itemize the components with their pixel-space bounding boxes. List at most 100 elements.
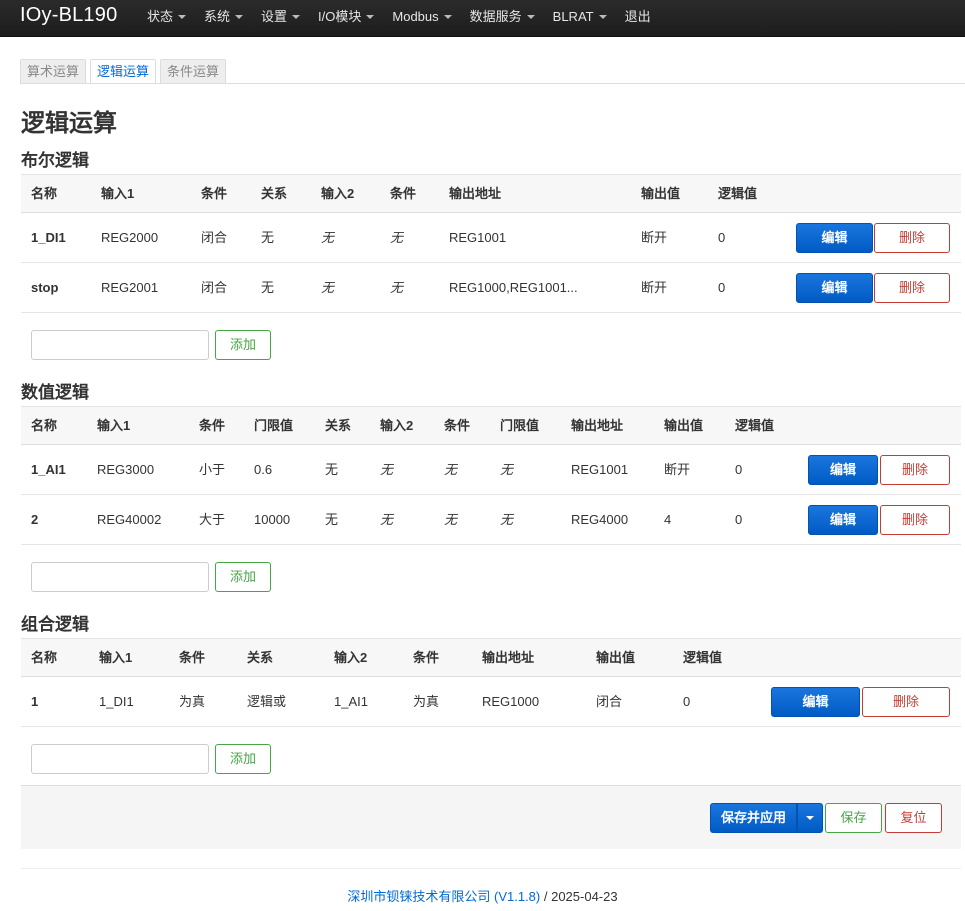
table-row: 1_DI1 REG2000 闭合 无 无 无 REG1001 断开 0 编辑 删除	[21, 213, 961, 263]
tab-0[interactable]: 算术运算	[20, 59, 87, 84]
table-cell: REG1000,REG1001...	[449, 280, 578, 295]
combo-logic-table: 名称 输入1 条件 关系 输入2 条件 输出地址 输出值 逻辑值 1 1_DI1 为真 逻辑或 1_AI1…	[21, 638, 961, 727]
nav-item-4[interactable]: Modbus	[383, 0, 460, 37]
delete-button[interactable]: 删除	[880, 455, 950, 485]
table-cell: 0	[718, 230, 726, 245]
column-header: 门限值	[254, 418, 294, 433]
column-header: 逻辑值	[718, 186, 758, 201]
table-cell: 1	[31, 694, 39, 709]
table-cell: 无	[325, 462, 339, 477]
tabs-divider	[20, 83, 965, 84]
edit-button[interactable]: 编辑	[808, 505, 878, 535]
table-cell: 0	[735, 512, 743, 527]
table-header-row: 名称 输入1 条件 门限值 关系 输入2 条件 门限值 输出地址 输出值 逻辑值	[21, 406, 961, 445]
tab-2[interactable]: 条件运算	[160, 59, 227, 84]
num-logic-title: 数值逻辑	[21, 383, 89, 402]
table-header-row: 名称 输入1 条件 关系 输入2 条件 输出地址 输出值 逻辑值	[21, 638, 961, 677]
delete-button[interactable]: 删除	[880, 505, 950, 535]
column-header: 名称	[31, 186, 58, 201]
chevron-down-icon	[526, 14, 535, 19]
combo-logic-name-input[interactable]	[31, 744, 209, 774]
chevron-down-icon	[292, 14, 301, 19]
table-cell: 无	[390, 230, 404, 245]
bool-logic-table: 名称 输入1 条件 关系 输入2 条件 输出地址 输出值 逻辑值 1_DI1 REG2000 闭合无无…	[21, 174, 961, 313]
table-cell: REG2001	[101, 280, 159, 295]
nav-item-6[interactable]: BLRAT	[544, 0, 616, 37]
chevron-down-icon	[443, 14, 452, 19]
table-cell: REG1001	[571, 462, 629, 477]
delete-button[interactable]: 删除	[874, 223, 950, 253]
column-header: 输入1	[99, 650, 133, 665]
table-cell: 0.6	[254, 462, 273, 477]
edit-button[interactable]: 编辑	[771, 687, 860, 717]
table-header-row: 名称 输入1 条件 关系 输入2 条件 输出地址 输出值 逻辑值	[21, 174, 961, 213]
table-cell: 闭合	[201, 230, 228, 245]
table-cell: 为真	[179, 694, 206, 709]
delete-button[interactable]: 删除	[874, 273, 950, 303]
column-header: 条件	[444, 418, 471, 433]
chevron-down-icon	[598, 14, 607, 19]
table-cell: 1_DI1	[99, 694, 134, 709]
company-link[interactable]: 深圳市钡铼技术有限公司 (V1.1.8)	[347, 889, 540, 904]
num-logic-name-input[interactable]	[31, 562, 209, 592]
column-header: 名称	[31, 650, 58, 665]
table-cell: 无	[444, 462, 458, 477]
footer: 深圳市钡铼技术有限公司 (V1.1.8) / 2025-04-23	[0, 886, 965, 905]
nav-item-7[interactable]: 退出	[616, 0, 660, 37]
nav-item-label: 设置	[261, 9, 288, 24]
table-cell: REG40002	[97, 512, 162, 527]
build-date: / 2025-04-23	[540, 889, 618, 904]
table-cell: 0	[735, 462, 743, 477]
brand-logo[interactable]: IOy-BL190	[20, 4, 117, 27]
table-cell: REG3000	[97, 462, 155, 477]
table-cell: 无	[500, 462, 514, 477]
save-button[interactable]: 保存	[825, 803, 882, 833]
column-header: 输入2	[334, 650, 368, 665]
table-cell: 4	[664, 512, 672, 527]
table-cell: 断开	[664, 462, 691, 477]
nav-item-0[interactable]: 状态	[138, 0, 195, 37]
table-cell: REG1001	[449, 230, 507, 245]
column-header: 门限值	[500, 418, 540, 433]
bool-logic-add-button[interactable]: 添加	[215, 330, 271, 360]
save-apply-dropdown-toggle[interactable]	[797, 803, 823, 833]
table-cell: 闭合	[596, 694, 623, 709]
main-nav: 状态 系统 设置 I/O模块 Modbus 数据服务 BLRAT 退出	[138, 0, 660, 37]
reset-button[interactable]: 复位	[885, 803, 942, 833]
table-cell: 逻辑或	[247, 694, 287, 709]
table-cell: REG2000	[101, 230, 159, 245]
column-header: 输出值	[641, 186, 681, 201]
edit-button[interactable]: 编辑	[808, 455, 878, 485]
combo-logic-add-button[interactable]: 添加	[215, 744, 271, 774]
column-header: 条件	[199, 418, 226, 433]
edit-button[interactable]: 编辑	[796, 223, 873, 253]
table-cell: 无	[321, 230, 335, 245]
delete-button[interactable]: 删除	[862, 687, 950, 717]
nav-item-label: 数据服务	[469, 9, 522, 24]
column-header: 逻辑值	[683, 650, 723, 665]
column-header: 条件	[390, 186, 417, 201]
column-header: 条件	[201, 186, 228, 201]
column-header: 输入1	[97, 418, 131, 433]
nav-item-5[interactable]: 数据服务	[461, 0, 544, 37]
table-cell: 无	[325, 512, 339, 527]
bool-logic-name-input[interactable]	[31, 330, 209, 360]
chevron-down-icon	[806, 815, 814, 820]
top-navbar: IOy-BL190 状态 系统 设置 I/O模块 Modbus 数据服务 BLRAT 退出	[0, 0, 965, 37]
nav-item-3[interactable]: I/O模块	[309, 0, 383, 37]
save-apply-button[interactable]: 保存并应用	[710, 803, 797, 833]
edit-button[interactable]: 编辑	[796, 273, 873, 303]
table-cell: 无	[444, 512, 458, 527]
table-cell: 无	[500, 512, 514, 527]
nav-item-1[interactable]: 系统	[195, 0, 252, 37]
table-row: 2 REG40002 大于 10000 无 无 无 无 REG4000 4 0 编辑 删除	[21, 495, 961, 545]
nav-item-2[interactable]: 设置	[252, 0, 309, 37]
column-header: 关系	[261, 186, 288, 201]
tab-1[interactable]: 逻辑运算	[90, 59, 157, 84]
table-cell: REG1000	[482, 694, 540, 709]
column-header: 输出值	[664, 418, 704, 433]
chevron-down-icon	[235, 14, 244, 19]
num-logic-add-button[interactable]: 添加	[215, 562, 271, 592]
table-cell: 大于	[199, 512, 226, 527]
nav-item-label: 系统	[204, 9, 231, 24]
